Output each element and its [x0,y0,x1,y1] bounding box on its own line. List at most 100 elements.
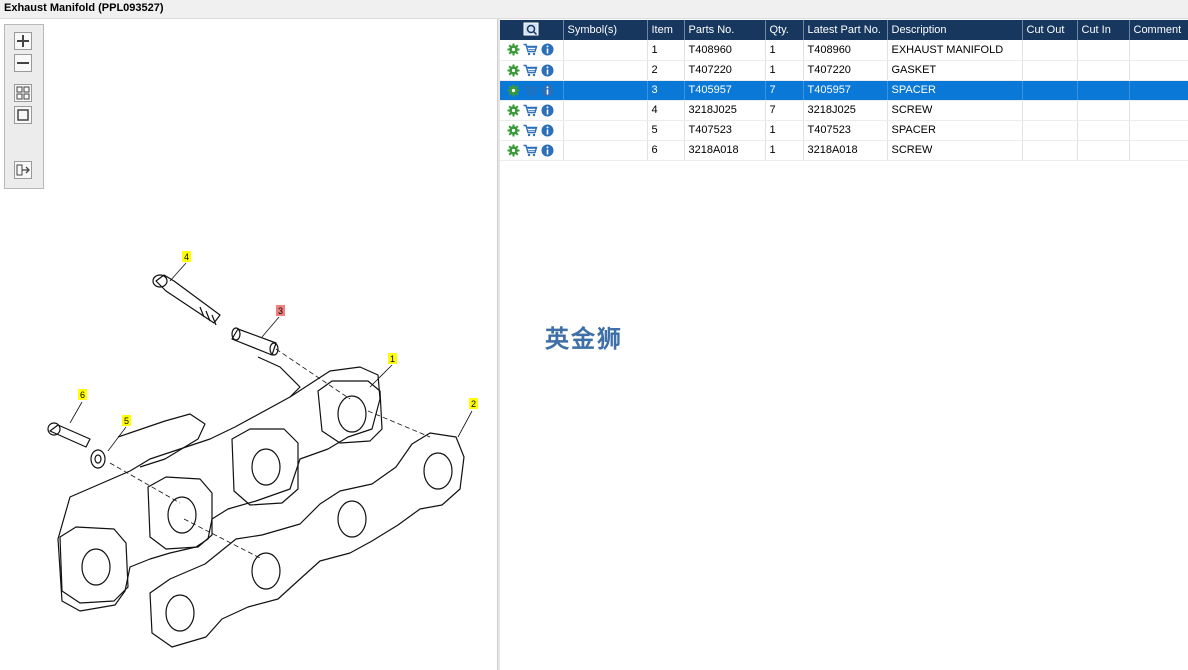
part-no-cell: T405957 [684,80,766,101]
gear-icon[interactable] [506,83,521,98]
col-cut-in[interactable]: Cut In [1077,20,1130,40]
symbols-cell [563,100,648,121]
row-actions [500,100,564,121]
symbols-cell [563,140,648,161]
qty-cell: 1 [765,60,804,81]
description-cell: GASKET [887,60,1023,81]
cut-in-cell [1077,40,1130,61]
parts-list-pane: Symbol(s) Item Parts No. Qty. Latest Par… [500,19,1188,670]
comment-cell [1129,120,1188,141]
table-header: Symbol(s) Item Parts No. Qty. Latest Par… [500,20,1188,40]
latest-part-no-cell: T407523 [803,120,888,141]
cart-icon[interactable] [523,42,538,57]
info-icon[interactable] [540,143,555,158]
callout-label: 5 [124,416,129,426]
cut-in-cell [1077,60,1130,81]
part-no-cell: T407220 [684,60,766,81]
comment-cell [1129,80,1188,101]
item-cell: 1 [647,40,685,61]
symbols-cell [563,120,648,141]
part-no-cell: T407523 [684,120,766,141]
description-cell: EXHAUST MANIFOLD [887,40,1023,61]
callout-3[interactable]: 3 [276,305,285,316]
description-cell: SPACER [887,80,1023,101]
part-no-cell: T408960 [684,40,766,61]
cart-icon[interactable] [523,83,538,98]
item-cell: 5 [647,120,685,141]
part-no-cell: 3218J025 [684,100,766,121]
gear-icon[interactable] [506,143,521,158]
gear-icon[interactable] [506,63,521,78]
col-latest-part-no[interactable]: Latest Part No. [803,20,888,40]
comment-cell [1129,40,1188,61]
table-row[interactable]: 1 T408960 1 T408960 EXHAUST MANIFOLD [500,40,1188,61]
cut-in-cell [1077,140,1130,161]
cut-out-cell [1022,80,1078,101]
callout-label: 1 [390,354,395,364]
qty-cell: 1 [765,140,804,161]
comment-cell [1129,100,1188,121]
latest-part-no-cell: T407220 [803,60,888,81]
col-description[interactable]: Description [887,20,1023,40]
row-actions [500,120,564,141]
gear-icon[interactable] [506,103,521,118]
col-item[interactable]: Item [647,20,685,40]
description-cell: SCREW [887,140,1023,161]
col-cut-out[interactable]: Cut Out [1022,20,1078,40]
callout-4[interactable]: 4 [182,251,191,262]
cart-icon[interactable] [523,123,538,138]
cut-in-cell [1077,120,1130,141]
cut-in-cell [1077,100,1130,121]
col-symbols[interactable]: Symbol(s) [563,20,648,40]
callout-6[interactable]: 6 [78,389,87,400]
qty-cell: 1 [765,120,804,141]
row-actions [500,60,564,81]
description-cell: SCREW [887,100,1023,121]
col-parts-no[interactable]: Parts No. [684,20,766,40]
latest-part-no-cell: T405957 [803,80,888,101]
info-icon[interactable] [540,83,555,98]
table-row[interactable]: 2 T407220 1 T407220 GASKET [500,60,1188,81]
item-cell: 3 [647,80,685,101]
table-row[interactable]: 6 3218A018 1 3218A018 SCREW [500,140,1188,161]
cut-out-cell [1022,60,1078,81]
search-list-icon [523,22,539,35]
latest-part-no-cell: T408960 [803,40,888,61]
cut-out-cell [1022,120,1078,141]
header-icon-cell[interactable] [500,20,564,40]
gear-icon[interactable] [506,123,521,138]
table-row[interactable]: 4 3218J025 7 3218J025 SCREW [500,100,1188,121]
comment-cell [1129,140,1188,161]
item-cell: 2 [647,60,685,81]
cut-out-cell [1022,100,1078,121]
comment-cell [1129,60,1188,81]
info-icon[interactable] [540,63,555,78]
callout-label: 2 [471,399,476,409]
col-qty[interactable]: Qty. [765,20,804,40]
qty-cell: 1 [765,40,804,61]
callout-5[interactable]: 5 [122,415,131,426]
cart-icon[interactable] [523,103,538,118]
gear-icon[interactable] [506,42,521,57]
drawing-pane[interactable]: 1 2 3 4 5 6 [0,19,497,670]
cart-icon[interactable] [523,143,538,158]
callout-2[interactable]: 2 [469,398,478,409]
table-row[interactable]: 5 T407523 1 T407523 SPACER [500,120,1188,141]
callout-label: 4 [184,252,189,262]
callout-label: 3 [278,306,283,316]
symbols-cell [563,80,648,101]
callout-group: 1 2 3 4 5 6 [78,251,478,426]
table-row[interactable]: 3 T405957 7 T405957 SPACER [500,80,1188,101]
symbols-cell [563,60,648,81]
cart-icon[interactable] [523,63,538,78]
col-comment[interactable]: Comment [1129,20,1188,40]
info-icon[interactable] [540,123,555,138]
cut-in-cell [1077,80,1130,101]
item-cell: 6 [647,140,685,161]
info-icon[interactable] [540,42,555,57]
symbols-cell [563,40,648,61]
qty-cell: 7 [765,100,804,121]
latest-part-no-cell: 3218A018 [803,140,888,161]
info-icon[interactable] [540,103,555,118]
callout-1[interactable]: 1 [388,353,397,364]
